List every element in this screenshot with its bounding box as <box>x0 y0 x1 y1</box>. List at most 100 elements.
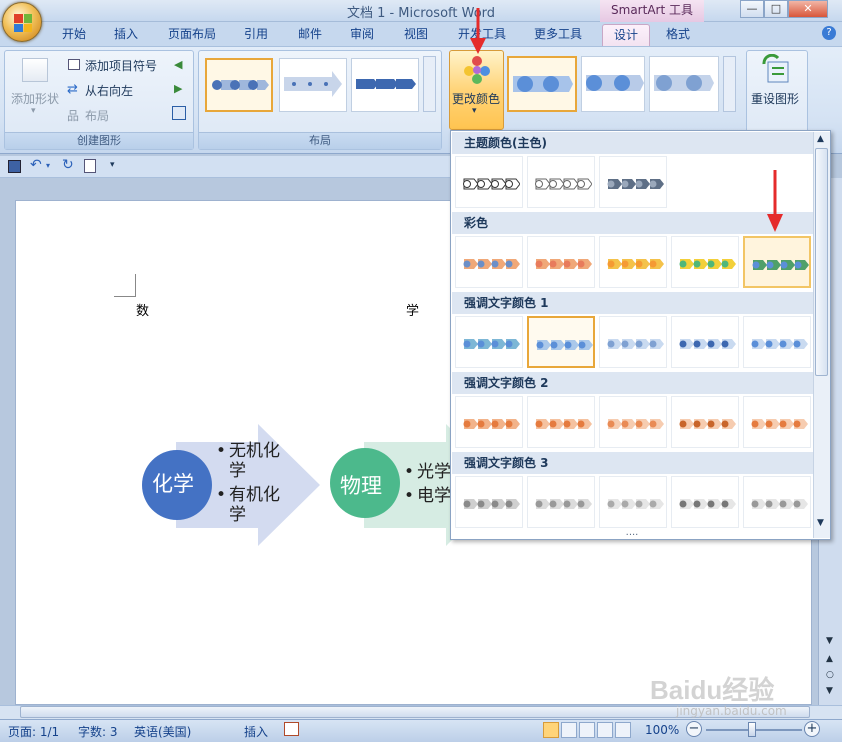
preview-dot <box>535 420 543 428</box>
color-option-preview <box>463 178 520 190</box>
color-option-swatch[interactable] <box>671 476 739 528</box>
status-insert-mode[interactable]: 插入 <box>244 723 268 740</box>
color-option-swatch[interactable] <box>671 396 739 448</box>
color-option-swatch[interactable] <box>455 476 523 528</box>
change-colors-icon <box>462 54 492 84</box>
dropdown-scroll-thumb[interactable] <box>815 148 828 376</box>
preview-dot <box>693 340 701 348</box>
change-colors-label: 更改颜色 <box>452 92 501 106</box>
color-option-swatch[interactable] <box>599 476 667 528</box>
zoom-out-button[interactable]: − <box>686 721 702 737</box>
color-option-swatch[interactable] <box>455 316 523 368</box>
color-option-swatch[interactable] <box>455 396 523 448</box>
margin-mark-horizontal <box>114 296 136 297</box>
tab-view[interactable]: 视图 <box>394 24 438 46</box>
dropdown-scroll-up-icon[interactable]: ▲ <box>817 134 824 144</box>
tab-page-layout[interactable]: 页面布局 <box>160 24 224 46</box>
browse-object-icon[interactable]: ○ <box>826 670 834 680</box>
layout-gallery-scrollbar[interactable] <box>423 56 436 112</box>
redo-icon[interactable]: ↻ <box>62 157 74 173</box>
zoom-level[interactable]: 100% <box>645 723 679 737</box>
close-button[interactable]: ✕ <box>788 0 828 18</box>
color-option-swatch[interactable] <box>671 316 739 368</box>
zoom-in-button[interactable]: + <box>804 721 820 737</box>
annotation-arrow-1 <box>470 8 486 54</box>
macro-record-icon[interactable] <box>284 722 299 736</box>
next-page-icon[interactable]: ▼ <box>826 686 833 696</box>
preview-dot <box>679 340 687 348</box>
help-icon[interactable]: ? <box>822 26 836 40</box>
color-option-swatch[interactable] <box>527 396 595 448</box>
dropdown-scrollbar[interactable]: ▲ ▼ <box>813 132 830 538</box>
style-gallery-scrollbar[interactable] <box>723 56 736 112</box>
maximize-button[interactable]: □ <box>764 0 788 18</box>
add-bullet-button[interactable]: 添加项目符号 <box>85 57 157 74</box>
tab-home[interactable]: 开始 <box>52 24 96 46</box>
customize-qat-icon[interactable]: ▾ <box>110 160 115 170</box>
right-to-left-button[interactable]: 从右向左 <box>85 82 133 99</box>
color-option-swatch[interactable] <box>599 156 667 208</box>
zoom-slider-thumb[interactable] <box>748 722 756 737</box>
color-option-swatch[interactable] <box>599 236 667 288</box>
color-option-swatch[interactable] <box>743 476 811 528</box>
smartart-style-option-2[interactable] <box>581 56 645 112</box>
tab-more-tools[interactable]: 更多工具 <box>526 24 590 46</box>
preview-dot <box>505 420 513 428</box>
smartart-style-option-1[interactable] <box>507 56 577 112</box>
office-button[interactable] <box>2 2 42 42</box>
scroll-down-icon[interactable]: ▼ <box>826 636 833 646</box>
tab-design[interactable]: 设计 <box>602 24 650 46</box>
preview-dot <box>649 340 657 348</box>
tab-references[interactable]: 引用 <box>234 24 278 46</box>
web-layout-view-icon[interactable] <box>579 722 595 738</box>
color-option-swatch[interactable] <box>455 236 523 288</box>
add-shape-button[interactable]: 添加形状 <box>11 90 59 107</box>
outline-view-icon[interactable] <box>597 722 613 738</box>
full-screen-view-icon[interactable] <box>561 722 577 738</box>
preview-dot <box>536 341 544 349</box>
layout-option-1[interactable] <box>205 58 273 112</box>
color-option-swatch[interactable] <box>671 236 739 288</box>
tab-mailings[interactable]: 邮件 <box>288 24 332 46</box>
draft-view-icon[interactable] <box>615 722 631 738</box>
prev-page-icon[interactable]: ▲ <box>826 654 833 664</box>
undo-icon[interactable]: ↶ <box>30 157 42 173</box>
print-layout-view-icon[interactable] <box>543 722 559 738</box>
status-language[interactable]: 英语(美国) <box>134 723 191 740</box>
preview-dot <box>549 180 557 188</box>
reset-graphic-button[interactable]: 重设图形 <box>751 90 799 107</box>
save-icon[interactable] <box>8 160 21 173</box>
undo-dropdown-icon[interactable]: ▾ <box>46 161 50 170</box>
print-preview-icon[interactable] <box>84 159 96 173</box>
color-option-swatch[interactable] <box>599 316 667 368</box>
annotation-arrow-2 <box>767 170 783 232</box>
color-option-swatch[interactable] <box>455 156 523 208</box>
tab-insert[interactable]: 插入 <box>104 24 148 46</box>
color-option-swatch[interactable] <box>743 316 811 368</box>
dropdown-resize-grip[interactable]: .... <box>451 527 813 538</box>
color-option-swatch[interactable] <box>527 316 595 368</box>
text-pane-icon[interactable] <box>172 106 186 120</box>
color-option-swatch[interactable] <box>527 236 595 288</box>
tab-format[interactable]: 格式 <box>656 24 700 46</box>
color-option-swatch[interactable] <box>743 396 811 448</box>
color-option-preview <box>752 260 809 270</box>
demote-icon[interactable]: ▶ <box>174 82 182 95</box>
layout-option-3[interactable] <box>351 58 419 112</box>
status-words[interactable]: 字数: 3 <box>78 723 118 740</box>
minimize-button[interactable]: — <box>740 0 764 18</box>
dropdown-scroll-down-icon[interactable]: ▼ <box>817 518 824 528</box>
promote-icon[interactable]: ◀ <box>174 58 182 71</box>
color-option-swatch[interactable] <box>743 236 811 288</box>
tab-review[interactable]: 审阅 <box>340 24 384 46</box>
smartart-style-option-3[interactable] <box>649 56 719 112</box>
color-option-swatch[interactable] <box>599 396 667 448</box>
preview-dot <box>491 260 499 268</box>
status-page[interactable]: 页面: 1/1 <box>8 723 59 740</box>
preview-dot <box>635 180 643 188</box>
color-option-preview <box>535 419 592 429</box>
color-option-swatch[interactable] <box>527 476 595 528</box>
color-option-swatch[interactable] <box>527 156 595 208</box>
layout-option-2[interactable] <box>279 58 347 112</box>
layout-button[interactable]: 布局 <box>85 107 109 124</box>
